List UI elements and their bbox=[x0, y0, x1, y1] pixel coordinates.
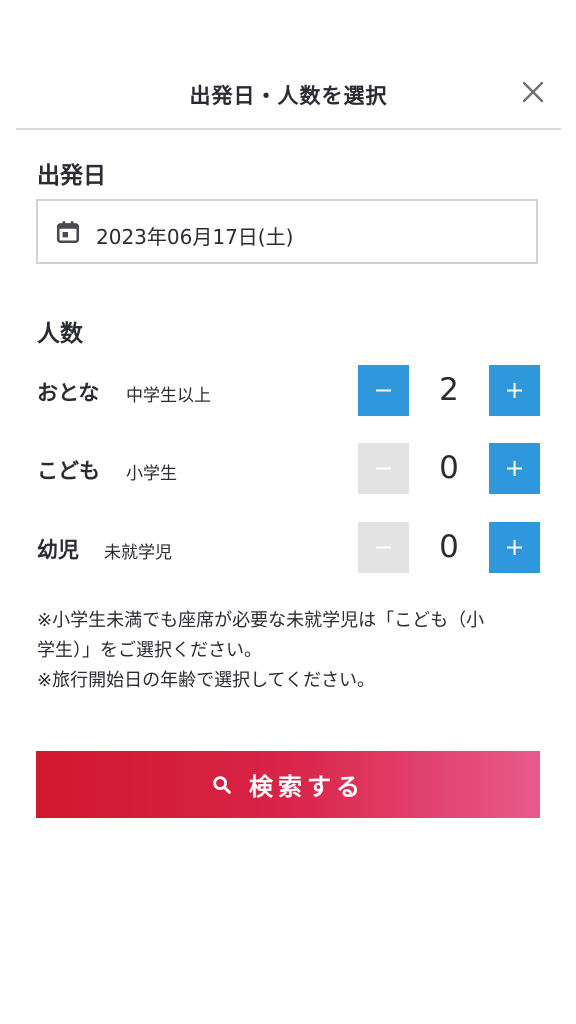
departure-date-value: 2023年06月17日(土) bbox=[96, 225, 294, 249]
infant-minus-button[interactable]: − bbox=[358, 522, 409, 573]
infant-plus-button[interactable]: + bbox=[489, 522, 540, 573]
child-minus-button[interactable]: − bbox=[358, 443, 409, 494]
adult-sublabel: 中学生以上 bbox=[126, 386, 211, 406]
calendar-icon bbox=[56, 221, 80, 244]
passenger-row-adult: おとな 中学生以上 − 2 + bbox=[0, 365, 576, 417]
infant-label: 幼児 bbox=[37, 538, 79, 562]
search-button-content: 検索する bbox=[36, 751, 540, 818]
departure-date-field[interactable]: 2023年06月17日(土) bbox=[36, 199, 538, 264]
passenger-notes: ※小学生未満でも座席が必要な未就学児は「こども（小 学生）」をご選択ください。 … bbox=[37, 606, 542, 696]
passengers-heading: 人数 bbox=[37, 321, 83, 347]
child-label: こども bbox=[37, 459, 100, 483]
search-icon bbox=[213, 775, 231, 794]
note-line-3: ※旅行開始日の年齢で選択してください。 bbox=[37, 670, 376, 691]
search-button[interactable]: 検索する bbox=[36, 751, 540, 818]
child-count: 0 bbox=[439, 450, 459, 486]
modal-title: 出発日・人数を選択 bbox=[189, 84, 388, 108]
passenger-row-child: こども 小学生 − 0 + bbox=[0, 443, 576, 495]
departure-heading: 出発日 bbox=[37, 163, 106, 189]
infant-sublabel: 未就学児 bbox=[104, 543, 172, 563]
passenger-row-infant: 幼児 未就学児 − 0 + bbox=[0, 522, 576, 574]
child-plus-button[interactable]: + bbox=[489, 443, 540, 494]
modal-header: 出発日・人数を選択 bbox=[16, 58, 561, 130]
child-sublabel: 小学生 bbox=[126, 464, 177, 484]
search-button-label: 検索する bbox=[249, 773, 365, 801]
adult-label: おとな bbox=[37, 381, 100, 405]
adult-plus-button[interactable]: + bbox=[489, 365, 540, 416]
note-line-1: ※小学生未満でも座席が必要な未就学児は「こども（小 bbox=[37, 610, 485, 631]
adult-count: 2 bbox=[439, 372, 459, 408]
close-icon[interactable] bbox=[521, 80, 545, 104]
adult-minus-button[interactable]: − bbox=[358, 365, 409, 416]
infant-count: 0 bbox=[439, 529, 459, 565]
note-line-2: 学生）」をご選択ください。 bbox=[37, 640, 262, 661]
